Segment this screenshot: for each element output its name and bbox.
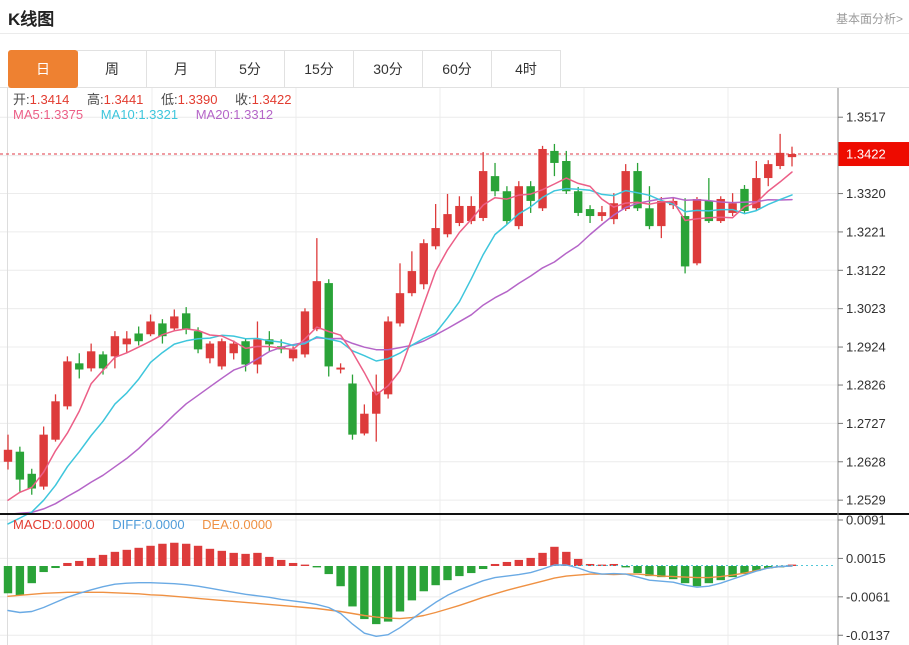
ma10-line xyxy=(8,189,792,524)
open-value: 1.3414 xyxy=(30,92,70,107)
svg-text:1.2924: 1.2924 xyxy=(846,340,886,355)
ma20-label: MA20: xyxy=(196,107,234,122)
macd-legend: MACD:0.0000 DIFF:0.0000 DEA:0.0000 xyxy=(13,517,272,532)
tab-period-4[interactable]: 15分 xyxy=(284,50,354,88)
svg-text:1.3221: 1.3221 xyxy=(846,224,886,239)
ma5-value: 1.3375 xyxy=(43,107,83,122)
dea-value: 0.0000 xyxy=(233,517,273,532)
dea-label: DEA: xyxy=(202,517,232,532)
tab-period-7[interactable]: 4时 xyxy=(491,50,561,88)
low-value: 1.3390 xyxy=(178,92,218,107)
ma5-label: MA5: xyxy=(13,107,43,122)
ma10-value: 1.3321 xyxy=(138,107,178,122)
svg-text:1.3517: 1.3517 xyxy=(846,110,886,125)
macd-label: MACD: xyxy=(13,517,55,532)
svg-text:1.3320: 1.3320 xyxy=(846,186,886,201)
svg-text:0.0015: 0.0015 xyxy=(846,551,886,566)
tab-period-1[interactable]: 周 xyxy=(77,50,147,88)
svg-text:0.0091: 0.0091 xyxy=(846,512,886,527)
svg-text:1.2628: 1.2628 xyxy=(846,454,886,469)
current-price-box-label: 1.3422 xyxy=(846,147,886,162)
ma-legend: MA5:1.3375 MA10:1.3321 MA20:1.3312 xyxy=(13,107,273,122)
ma10-label: MA10: xyxy=(101,107,139,122)
close-label: 收: xyxy=(235,92,252,107)
high-label: 高: xyxy=(87,92,104,107)
diff-value: 0.0000 xyxy=(145,517,185,532)
diff-label: DIFF: xyxy=(112,517,145,532)
fundamental-analysis-link[interactable]: 基本面分析> xyxy=(836,10,903,27)
ohlc-legend: 开:1.3414 高:1.3441 低:1.3390 收:1.3422 xyxy=(13,89,291,108)
tab-period-3[interactable]: 5分 xyxy=(215,50,285,88)
candles xyxy=(4,134,796,495)
high-value: 1.3441 xyxy=(104,92,144,107)
ma20-line xyxy=(8,198,792,515)
svg-text:-0.0137: -0.0137 xyxy=(846,628,890,643)
svg-text:1.3023: 1.3023 xyxy=(846,301,886,316)
page-title: K线图 xyxy=(8,5,54,30)
title-divider xyxy=(0,33,909,34)
low-label: 低: xyxy=(161,92,178,107)
svg-text:1.2529: 1.2529 xyxy=(846,493,886,508)
svg-text:-0.0061: -0.0061 xyxy=(846,589,890,604)
kline-canvas[interactable]: 1.3517 1.3320 1.3221 1.3122 1.3023 1.2924 1.28… xyxy=(0,88,909,645)
tab-period-0[interactable]: 日 xyxy=(8,50,78,88)
tab-period-2[interactable]: 月 xyxy=(146,50,216,88)
svg-text:1.2727: 1.2727 xyxy=(846,416,886,431)
close-value: 1.3422 xyxy=(252,92,292,107)
ma5-line xyxy=(8,172,792,500)
macd-value: 0.0000 xyxy=(55,517,95,532)
kline-widget: K线图 基本面分析> 日周月5分15分30分60分4时 1.3517 1.3320… xyxy=(0,0,909,645)
ma20-value: 1.3312 xyxy=(233,107,273,122)
chart-area: 1.3517 1.3320 1.3221 1.3122 1.3023 1.2924 1.28… xyxy=(0,88,909,645)
open-label: 开: xyxy=(13,92,30,107)
svg-text:1.3122: 1.3122 xyxy=(846,263,886,278)
tab-period-5[interactable]: 30分 xyxy=(353,50,423,88)
tab-period-6[interactable]: 60分 xyxy=(422,50,492,88)
svg-text:1.2826: 1.2826 xyxy=(846,378,886,393)
period-tabbar: 日周月5分15分30分60分4时 xyxy=(8,50,561,88)
